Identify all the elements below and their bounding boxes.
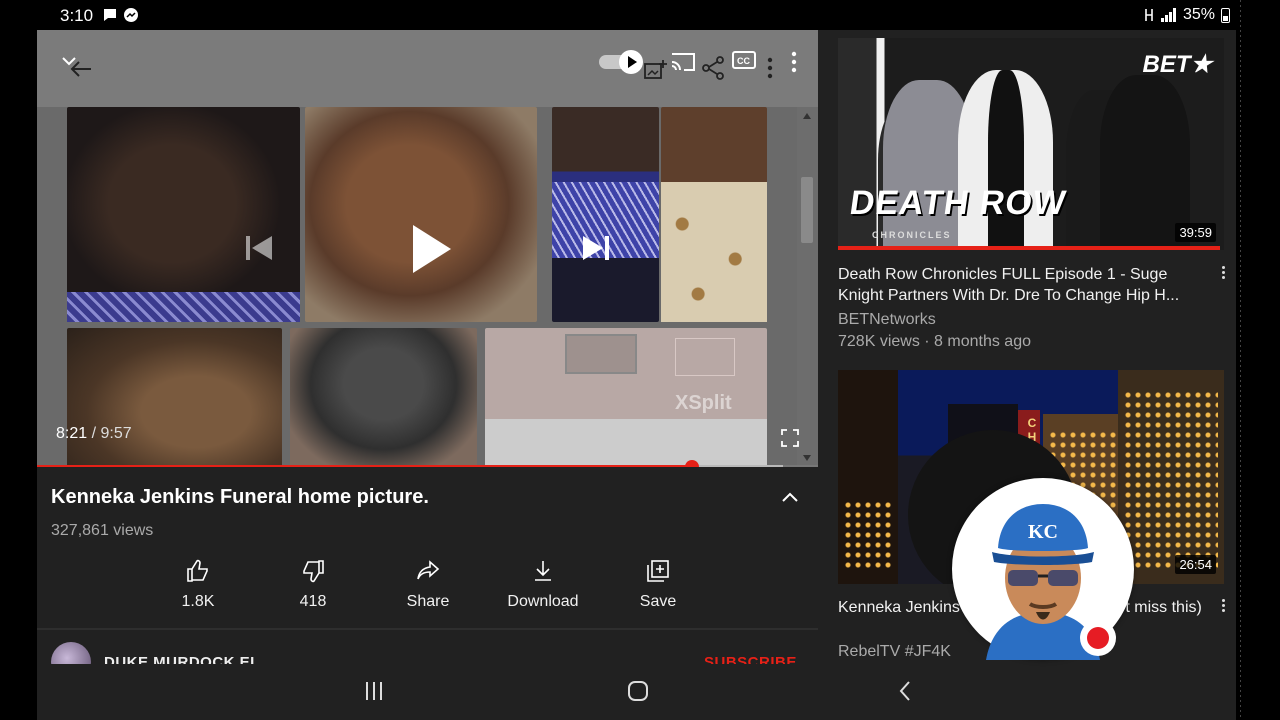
related-video-channel[interactable]: BETNetworks bbox=[838, 309, 936, 331]
back-icon[interactable] bbox=[895, 680, 917, 702]
download-label: Download bbox=[507, 593, 579, 610]
played-bar bbox=[37, 465, 693, 467]
related-video-channel[interactable]: RebelTV #JF4K bbox=[838, 641, 951, 663]
video-menu-icon[interactable] bbox=[1220, 266, 1226, 282]
home-icon[interactable] bbox=[627, 680, 649, 702]
status-time: 3:10 bbox=[60, 6, 94, 25]
share-label: Share bbox=[406, 593, 450, 610]
channel-logo: BET★ bbox=[1142, 51, 1212, 78]
share-icon[interactable] bbox=[700, 55, 726, 81]
minimize-back-button[interactable] bbox=[59, 52, 95, 82]
collapse-description-icon[interactable] bbox=[779, 486, 801, 508]
download-icon bbox=[535, 561, 551, 581]
record-indicator[interactable] bbox=[1080, 620, 1116, 656]
save-playlist-icon bbox=[647, 560, 669, 582]
autoplay-toggle[interactable] bbox=[599, 50, 645, 74]
screen-edge bbox=[1236, 0, 1280, 720]
time-separator: / bbox=[91, 425, 97, 442]
video-frame-tile bbox=[305, 107, 537, 322]
notification-icons bbox=[102, 7, 139, 23]
fullscreen-icon[interactable] bbox=[780, 428, 800, 448]
total-duration: 9:57 bbox=[100, 425, 132, 442]
duration-badge: 26:54 bbox=[1175, 555, 1216, 574]
svg-text:CC: CC bbox=[737, 56, 750, 66]
video-player[interactable]: XSplit CC 8:21 / 9:57 bbox=[37, 30, 818, 467]
status-right: 35% bbox=[1143, 6, 1230, 24]
action-row: 1.8K 418 Share Download Save bbox=[157, 558, 717, 618]
video-frame-tile bbox=[67, 328, 282, 467]
save-label: Save bbox=[639, 593, 677, 610]
share-button[interactable]: Share bbox=[378, 558, 478, 618]
video-frame-tile bbox=[290, 328, 477, 467]
time-display: 8:21 / 9:57 bbox=[56, 425, 132, 443]
view-count: 327,861 views bbox=[51, 522, 154, 539]
status-bar: 3:10 35% bbox=[0, 0, 1280, 30]
video-frame-tile: XSplit bbox=[485, 328, 767, 467]
cap-logo: KC bbox=[1028, 521, 1058, 543]
like-button[interactable]: 1.8K bbox=[148, 558, 248, 618]
thumbnail-title: DEATH ROW bbox=[847, 184, 1069, 222]
alarm-icon bbox=[1145, 9, 1153, 21]
video-title: Kenneka Jenkins Funeral home picture. bbox=[51, 486, 429, 508]
dislike-button[interactable]: 418 bbox=[263, 558, 363, 618]
watch-panel: XSplit CC 8:21 / 9:57 Kenneka Jenkins Fu… bbox=[37, 30, 818, 720]
next-icon[interactable] bbox=[579, 232, 613, 264]
previous-icon[interactable] bbox=[242, 232, 276, 264]
system-nav-bar bbox=[37, 664, 1236, 720]
video-frame-tile bbox=[67, 107, 300, 322]
video-frame-tile bbox=[661, 107, 767, 322]
seek-bar[interactable] bbox=[37, 460, 818, 467]
watched-progress bbox=[838, 246, 1221, 250]
video-frame-tile bbox=[552, 107, 659, 322]
battery-percent: 35% bbox=[1182, 6, 1215, 23]
buffered-bar bbox=[692, 465, 783, 467]
divider bbox=[37, 628, 818, 630]
related-video-title-start: Kenneka Jenkins bbox=[838, 599, 960, 616]
related-video-thumbnail[interactable]: DEATH ROW CHRONICLES BET★ 39:59 bbox=[838, 38, 1224, 250]
watermark-text: XSplit bbox=[675, 392, 732, 414]
related-video-title[interactable]: Death Row Chronicles FULL Episode 1 - Su… bbox=[838, 264, 1208, 306]
captions-icon[interactable]: CC bbox=[731, 50, 757, 72]
like-count: 1.8K bbox=[181, 593, 215, 610]
share-arrow-icon bbox=[417, 560, 440, 580]
thumbs-up-icon bbox=[187, 559, 208, 582]
thumbnail-subtitle: CHRONICLES bbox=[872, 230, 952, 240]
message-icon bbox=[104, 9, 116, 21]
battery-icon bbox=[1221, 7, 1230, 23]
elapsed-time: 8:21 bbox=[56, 425, 88, 442]
cast-icon[interactable] bbox=[670, 50, 696, 72]
more-options-icon[interactable] bbox=[765, 56, 775, 80]
thumbs-down-icon bbox=[303, 560, 324, 583]
play-icon[interactable] bbox=[409, 223, 453, 275]
player-menu-icon[interactable] bbox=[789, 50, 799, 74]
signal-icon bbox=[1160, 8, 1176, 22]
save-button[interactable]: Save bbox=[608, 558, 708, 618]
play-small-icon bbox=[619, 50, 643, 74]
add-to-queue-icon[interactable] bbox=[643, 58, 667, 82]
frame-scrollbar[interactable] bbox=[797, 107, 818, 467]
related-video-stats: 728K views · 8 months ago bbox=[838, 333, 1031, 350]
dislike-count: 418 bbox=[299, 593, 327, 610]
duration-badge: 39:59 bbox=[1175, 223, 1216, 242]
video-menu-icon[interactable] bbox=[1220, 599, 1226, 615]
messenger-icon bbox=[124, 8, 138, 22]
recent-apps-icon[interactable] bbox=[363, 680, 385, 702]
download-button[interactable]: Download bbox=[493, 558, 593, 618]
